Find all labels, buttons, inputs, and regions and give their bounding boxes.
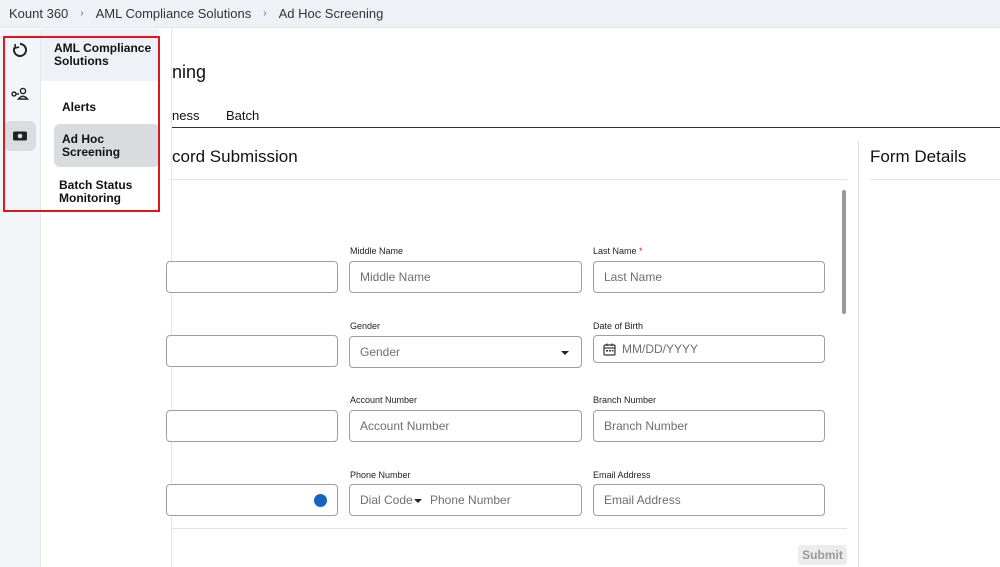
calendar-icon[interactable]: [603, 343, 616, 356]
phone-number-label: Phone Number: [350, 470, 411, 480]
dob-field[interactable]: MM/DD/YYYY: [593, 335, 825, 363]
last-name-placeholder: Last Name: [604, 270, 663, 284]
nav-item-alerts[interactable]: Alerts: [62, 101, 96, 114]
branch-number-placeholder: Branch Number: [604, 419, 689, 433]
breadcrumb: Kount 360 › AML Compliance Solutions › A…: [0, 0, 1000, 28]
icon-rail: [0, 29, 41, 567]
middle-name-field[interactable]: Middle Name: [349, 261, 582, 293]
dob-label: Date of Birth: [593, 321, 644, 331]
phone-number-field[interactable]: Dial Code Phone Number: [349, 484, 582, 516]
form-details-title: Form Details: [870, 147, 967, 166]
chevron-down-icon[interactable]: [414, 499, 422, 503]
info-dot-icon[interactable]: [314, 494, 327, 507]
section-divider: [172, 179, 847, 180]
breadcrumb-separator: ›: [80, 8, 84, 19]
nav-item-batch-status-monitoring[interactable]: Batch Status Monitoring: [59, 179, 159, 205]
gender-select[interactable]: Gender: [349, 336, 582, 368]
branch-number-field[interactable]: Branch Number: [593, 410, 825, 442]
last-name-label-text: Last Name: [593, 246, 637, 256]
phone-number-placeholder: Phone Number: [430, 493, 511, 507]
rail-button-screening[interactable]: [4, 121, 36, 151]
nav-item-ad-hoc-screening[interactable]: Ad Hoc Screening: [54, 124, 160, 167]
form-details-divider: [870, 179, 1000, 180]
money-screening-icon: [13, 131, 27, 141]
middle-name-label: Middle Name: [350, 246, 404, 256]
email-placeholder: Email Address: [604, 493, 681, 507]
nav-flyout: AML Compliance Solutions Alerts Ad Hoc S…: [41, 29, 172, 567]
gender-label: Gender: [350, 321, 381, 331]
country-field[interactable]: [166, 484, 338, 516]
person-link-icon: [11, 87, 29, 100]
suffix-field[interactable]: [166, 335, 338, 367]
tabs-divider: [172, 127, 1000, 128]
email-label: Email Address: [593, 470, 651, 480]
chevron-down-icon: [561, 351, 569, 355]
rail-button-aml[interactable]: [4, 79, 36, 109]
breadcrumb-item-adhoc: Ad Hoc Screening: [278, 6, 384, 21]
tab-batch[interactable]: Batch: [226, 108, 259, 123]
email-field[interactable]: Email Address: [593, 484, 825, 516]
dob-placeholder: MM/DD/YYYY: [622, 342, 699, 356]
nav-header: AML Compliance Solutions: [41, 29, 159, 81]
first-name-field[interactable]: [166, 261, 338, 293]
rail-button-dashboard[interactable]: [4, 35, 36, 65]
submit-button[interactable]: Submit: [798, 545, 847, 565]
breadcrumb-item-aml[interactable]: AML Compliance Solutions: [96, 6, 252, 21]
main-content: ning ness Batch cord Submission Form Det…: [166, 29, 1000, 567]
scrollbar-thumb[interactable]: [842, 190, 846, 314]
tab-business[interactable]: ness: [172, 108, 199, 123]
middle-name-placeholder: Middle Name: [360, 270, 431, 284]
page-title: ning: [172, 62, 207, 82]
breadcrumb-separator: ›: [263, 8, 267, 19]
breadcrumb-item-kount360[interactable]: Kount 360: [9, 6, 68, 21]
id-field[interactable]: [166, 410, 338, 442]
dial-code-select[interactable]: Dial Code: [350, 493, 413, 507]
last-name-label: Last Name *: [593, 246, 643, 256]
refresh-circle-icon: [13, 43, 27, 57]
branch-number-label: Branch Number: [593, 395, 657, 405]
required-mark: *: [639, 246, 643, 256]
panel-divider: [858, 141, 859, 567]
account-number-label: Account Number: [350, 395, 418, 405]
gender-value: Gender: [360, 345, 401, 359]
section-title: cord Submission: [172, 147, 298, 166]
account-number-field[interactable]: Account Number: [349, 410, 582, 442]
last-name-field[interactable]: Last Name: [593, 261, 825, 293]
form-footer-divider: [172, 528, 847, 529]
account-number-placeholder: Account Number: [360, 419, 450, 433]
